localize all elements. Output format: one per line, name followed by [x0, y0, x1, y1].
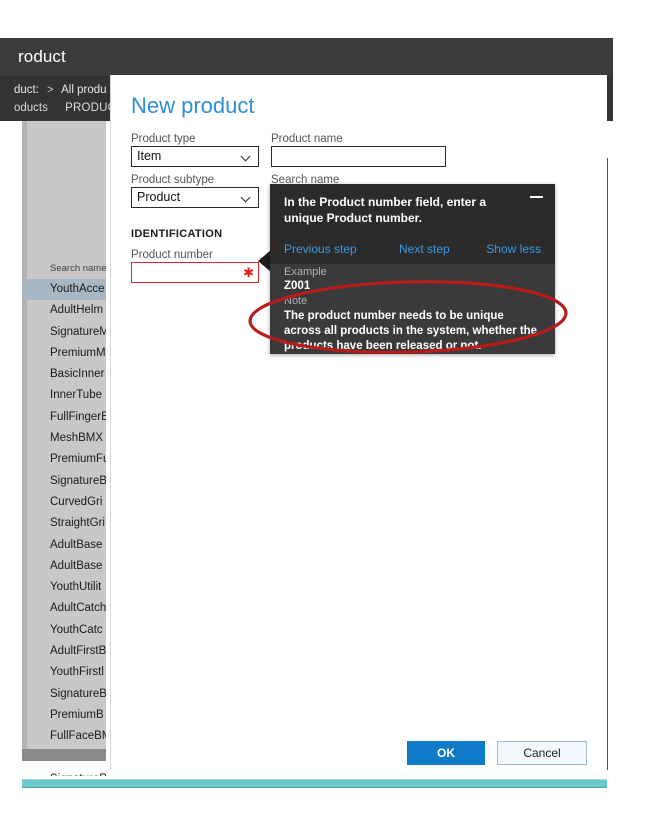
minimize-icon[interactable]: [530, 196, 543, 198]
list-item[interactable]: SignatureB: [22, 471, 106, 492]
product-list-pane: Search name YouthAcce AdultHelm SignatureM…: [22, 121, 107, 776]
list-item[interactable]: YouthAcce: [22, 279, 106, 301]
page-divider: [607, 158, 608, 770]
previous-step-link[interactable]: Previous step: [284, 242, 357, 256]
list-column-header-search-name: Search name: [50, 263, 107, 274]
section-header-identification: IDENTIFICATION: [131, 228, 223, 240]
product-name-label: Product name: [271, 133, 343, 145]
list-item[interactable]: AdultBase: [22, 556, 106, 577]
list-horizontal-scrollbar-thumb[interactable]: [22, 749, 106, 761]
show-less-link[interactable]: Show less: [486, 242, 541, 256]
cancel-button[interactable]: Cancel: [497, 741, 587, 765]
page-horizontal-scrollbar-thumb[interactable]: [22, 779, 607, 788]
list-item[interactable]: AdultHelm: [22, 300, 106, 321]
list-item[interactable]: AdultCatch: [22, 598, 106, 619]
list-item[interactable]: CurvedGri: [22, 492, 106, 513]
product-number-input[interactable]: ✱: [131, 262, 259, 283]
nav-tab-products[interactable]: oducts: [14, 102, 48, 114]
product-subtype-label: Product subtype: [131, 174, 215, 186]
list-item[interactable]: YouthFirstl: [22, 662, 106, 683]
product-list[interactable]: YouthAcce AdultHelm SignatureM PremiumM Basi…: [22, 279, 106, 776]
note-text: The product number needs to be unique ac…: [284, 310, 538, 352]
new-product-dialog: New product Product type Item Product su…: [110, 75, 607, 770]
teaching-callout: In the Product number field, enter a uni…: [270, 184, 555, 354]
callout-details: Example Z001 Note The product number nee…: [270, 264, 555, 354]
list-item[interactable]: PremiumFu: [22, 449, 106, 470]
breadcrumb-item-0[interactable]: duct:: [14, 84, 39, 96]
list-item[interactable]: YouthCatc: [22, 620, 106, 641]
app-title: roduct: [18, 47, 66, 66]
example-label: Example: [284, 266, 327, 278]
ok-button[interactable]: OK: [407, 741, 485, 765]
product-number-label: Product number: [131, 249, 213, 261]
list-item[interactable]: BasicInner: [22, 364, 106, 385]
breadcrumb-item-1[interactable]: All produ: [61, 84, 106, 96]
note-label: Note: [284, 295, 308, 307]
callout-links: Previous step Next step Show less: [270, 242, 555, 264]
list-item[interactable]: FullFaceBM: [22, 726, 106, 747]
list-item[interactable]: PremiumB: [22, 705, 106, 726]
list-item[interactable]: PremiumM: [22, 343, 106, 364]
required-asterisk-icon: ✱: [243, 265, 254, 280]
list-item[interactable]: SignatureM: [22, 322, 106, 343]
list-item[interactable]: MeshBMX: [22, 428, 106, 449]
example-value: Z001: [284, 280, 311, 292]
list-item[interactable]: InnerTube: [22, 385, 106, 406]
list-item[interactable]: StraightGri: [22, 513, 106, 534]
nav-tab-product[interactable]: PRODUC: [65, 102, 116, 114]
list-item[interactable]: AdultBase: [22, 535, 106, 556]
app-title-bar: roduct: [0, 38, 613, 76]
dialog-title: New product: [131, 93, 255, 118]
list-item[interactable]: SignatureB: [22, 684, 106, 705]
list-item[interactable]: SignatureP: [22, 769, 106, 776]
list-item[interactable]: AdultFirstB: [22, 641, 106, 662]
product-type-label: Product type: [131, 133, 196, 145]
callout-heading: In the Product number field, enter a uni…: [284, 195, 487, 225]
screenshot-root: roduct duct: > All produ oducts PRODUC S…: [0, 0, 655, 813]
list-item[interactable]: FullFingerB: [22, 407, 106, 428]
list-item[interactable]: YouthUtilit: [22, 577, 106, 598]
breadcrumb: duct: > All produ: [14, 84, 107, 96]
next-step-link[interactable]: Next step: [399, 242, 450, 256]
breadcrumb-separator-icon: >: [47, 84, 54, 96]
product-name-input[interactable]: [271, 146, 446, 167]
